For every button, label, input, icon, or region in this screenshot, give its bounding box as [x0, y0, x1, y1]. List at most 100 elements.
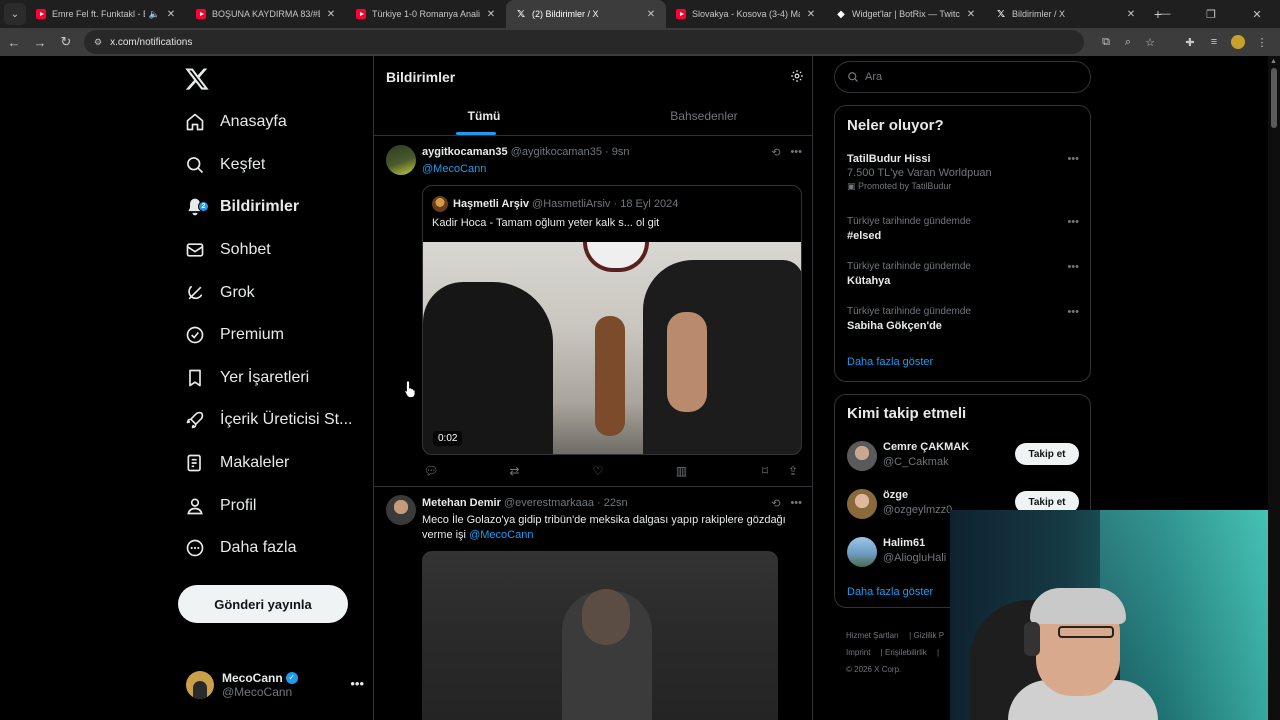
close-icon[interactable]: ✕	[1124, 9, 1138, 20]
browser-tab[interactable]: Emre Fel ft. Funktakl - Bir G 🔈 ✕	[26, 0, 186, 28]
quoted-tweet[interactable]: Haşmetli Arşiv @HasmetliArsiv · 18 Eyl 2…	[422, 185, 802, 455]
show-more-link[interactable]: Daha fazla göster	[847, 356, 933, 368]
notification-item[interactable]: aygitkocaman35 @aygitkocaman35 · 9sn ⟲ •…	[374, 137, 812, 487]
author-name[interactable]: Metehan Demir	[422, 497, 501, 509]
nav-item-more[interactable]: Daha fazla	[184, 528, 297, 568]
tweet-text: @MecoCann	[422, 162, 802, 177]
more-options-icon[interactable]: •••	[1067, 216, 1079, 228]
nav-item-creator-studio[interactable]: İçerik Üreticisi St...	[184, 400, 352, 440]
home-icon	[184, 111, 206, 133]
user-name: özge	[883, 489, 909, 501]
nav-item-messages[interactable]: Sohbet	[184, 230, 271, 270]
close-window-icon[interactable]: ✕	[1234, 0, 1280, 28]
site-info-icon[interactable]: ⚙	[94, 37, 102, 48]
share-icon[interactable]: ⇪	[784, 464, 802, 478]
media-control-icon[interactable]: ≡	[1202, 30, 1226, 54]
more-options-icon[interactable]: •••	[1067, 153, 1079, 165]
grok-explain-icon[interactable]: ⟲	[771, 497, 780, 510]
install-app-icon[interactable]: ⧉	[1095, 30, 1117, 54]
close-icon[interactable]: ✕	[964, 9, 978, 20]
mention-link[interactable]: @MecoCann	[469, 529, 533, 541]
browser-tab[interactable]: BOŞUNA KAYDIRMA 83/#BK83 ✕	[186, 0, 346, 28]
tab-mentions[interactable]: Bahsedenler	[594, 96, 812, 135]
browser-menu-icon[interactable]: ⋮	[1250, 30, 1274, 54]
nav-item-notifications[interactable]: 2 Bildirimler	[184, 187, 299, 227]
nav-item-profile[interactable]: Profil	[184, 486, 256, 526]
follow-button[interactable]: Takip et	[1015, 443, 1079, 465]
notification-item[interactable]: Metehan Demir @everestmarkaaa · 22sn ⟲ •…	[374, 487, 812, 720]
trend-item[interactable]: TatilBudur Hissi 7.500 TL'ye Varan World…	[847, 153, 1079, 192]
browser-tab[interactable]: 𝕏 Bildirimler / X ✕	[986, 0, 1146, 28]
speaker-icon[interactable]: 🔈	[149, 9, 160, 20]
show-more-link[interactable]: Daha fazla göster	[847, 586, 933, 598]
author-name[interactable]: aygitkocaman35	[422, 146, 508, 158]
restore-icon[interactable]: ❐	[1188, 0, 1234, 28]
more-options-icon[interactable]: •••	[1067, 261, 1079, 273]
trend-title: #elsed	[847, 230, 882, 242]
views-icon[interactable]: ▥	[673, 464, 691, 478]
more-options-icon[interactable]: •••	[790, 146, 802, 159]
zoom-icon[interactable]: ⌕	[1117, 30, 1139, 54]
nav-item-grok[interactable]: Grok	[184, 273, 255, 313]
avatar[interactable]	[386, 145, 416, 175]
search-input[interactable]: Ara	[834, 61, 1091, 93]
x-icon: 𝕏	[516, 8, 526, 20]
extensions-icon[interactable]: ✚	[1178, 30, 1202, 54]
close-icon[interactable]: ✕	[164, 9, 178, 20]
mention-link[interactable]: @MecoCann	[422, 163, 486, 175]
forward-button[interactable]: →	[28, 30, 52, 54]
address-bar[interactable]: ⚙ x.com/notifications	[84, 30, 1084, 54]
x-logo-icon[interactable]	[184, 66, 210, 92]
close-icon[interactable]: ✕	[644, 9, 658, 20]
nav-item-premium[interactable]: Premium	[184, 315, 284, 355]
scroll-up-icon[interactable]: ▲	[1270, 58, 1277, 65]
browser-tab[interactable]: ◆ Widget'lar | BotRix — Twitch, Ki ✕	[826, 0, 986, 28]
reload-button[interactable]: ↻	[54, 30, 78, 54]
back-button[interactable]: ←	[2, 30, 26, 54]
bookmark-icon[interactable]: ⌑	[756, 464, 774, 478]
close-icon[interactable]: ✕	[324, 9, 338, 20]
scrollbar-thumb[interactable]	[1271, 68, 1277, 128]
more-options-icon[interactable]: •••	[350, 676, 364, 691]
post-button[interactable]: Gönderi yayınla	[178, 585, 348, 623]
more-options-icon[interactable]: •••	[790, 497, 802, 510]
nav-item-home[interactable]: Anasayfa	[184, 102, 287, 142]
close-icon[interactable]: ✕	[484, 9, 498, 20]
page-title: Bildirimler	[386, 69, 456, 85]
footer-link[interactable]: Erişilebilirlik	[885, 648, 927, 657]
browser-tab-active[interactable]: 𝕏 (2) Bildirimler / X ✕	[506, 0, 666, 28]
minimize-icon[interactable]: —	[1142, 0, 1188, 28]
tab-all[interactable]: Tümü	[374, 96, 594, 135]
settings-gear-icon[interactable]	[790, 69, 804, 83]
footer-link[interactable]: Gizlilik P	[913, 631, 944, 640]
grok-explain-icon[interactable]: ⟲	[771, 146, 780, 159]
retweet-icon[interactable]: ⇄	[506, 464, 524, 478]
trend-item[interactable]: Türkiye tarihinde gündemde Sabiha Gökçen…	[847, 306, 1079, 332]
video-player[interactable]	[422, 551, 778, 720]
nav-item-explore[interactable]: Keşfet	[184, 145, 265, 185]
tab-search-button[interactable]: ⌄	[4, 3, 26, 25]
youtube-icon	[36, 9, 46, 19]
reply-icon[interactable]: 💬︎	[422, 464, 440, 478]
account-switcher[interactable]: MecoCann ✓ @MecoCann •••	[186, 670, 372, 700]
page-scrollbar[interactable]: ▲	[1268, 56, 1280, 720]
more-circle-icon	[184, 537, 206, 559]
profile-avatar[interactable]	[1231, 35, 1245, 49]
trend-item[interactable]: Türkiye tarihinde gündemde #elsed •••	[847, 216, 1079, 242]
more-options-icon[interactable]: •••	[1067, 306, 1079, 318]
quote-text: Kadir Hoca - Tamam oğlum yeter kalk s...…	[432, 217, 660, 229]
like-icon[interactable]: ♡	[589, 464, 607, 478]
avatar[interactable]	[386, 495, 416, 525]
bookmark-star-icon[interactable]: ☆	[1139, 30, 1161, 54]
footer-link[interactable]: Imprint	[846, 648, 870, 657]
close-icon[interactable]: ✕	[804, 9, 818, 20]
trend-item[interactable]: Türkiye tarihinde gündemde Kütahya •••	[847, 261, 1079, 287]
follow-suggestion[interactable]: Cemre ÇAKMAK @C_Cakmak Takip et	[847, 439, 1079, 475]
video-player[interactable]: 0:02	[423, 242, 801, 454]
mail-icon	[184, 239, 206, 261]
nav-item-bookmarks[interactable]: Yer İşaretleri	[184, 358, 309, 398]
nav-item-articles[interactable]: Makaleler	[184, 443, 289, 483]
browser-tab[interactable]: Slovakya - Kosova (3-4) Maç Ö ✕	[666, 0, 826, 28]
footer-link[interactable]: Hizmet Şartları	[846, 631, 899, 640]
browser-tab[interactable]: Türkiye 1-0 Romanya Analizi - Y ✕	[346, 0, 506, 28]
